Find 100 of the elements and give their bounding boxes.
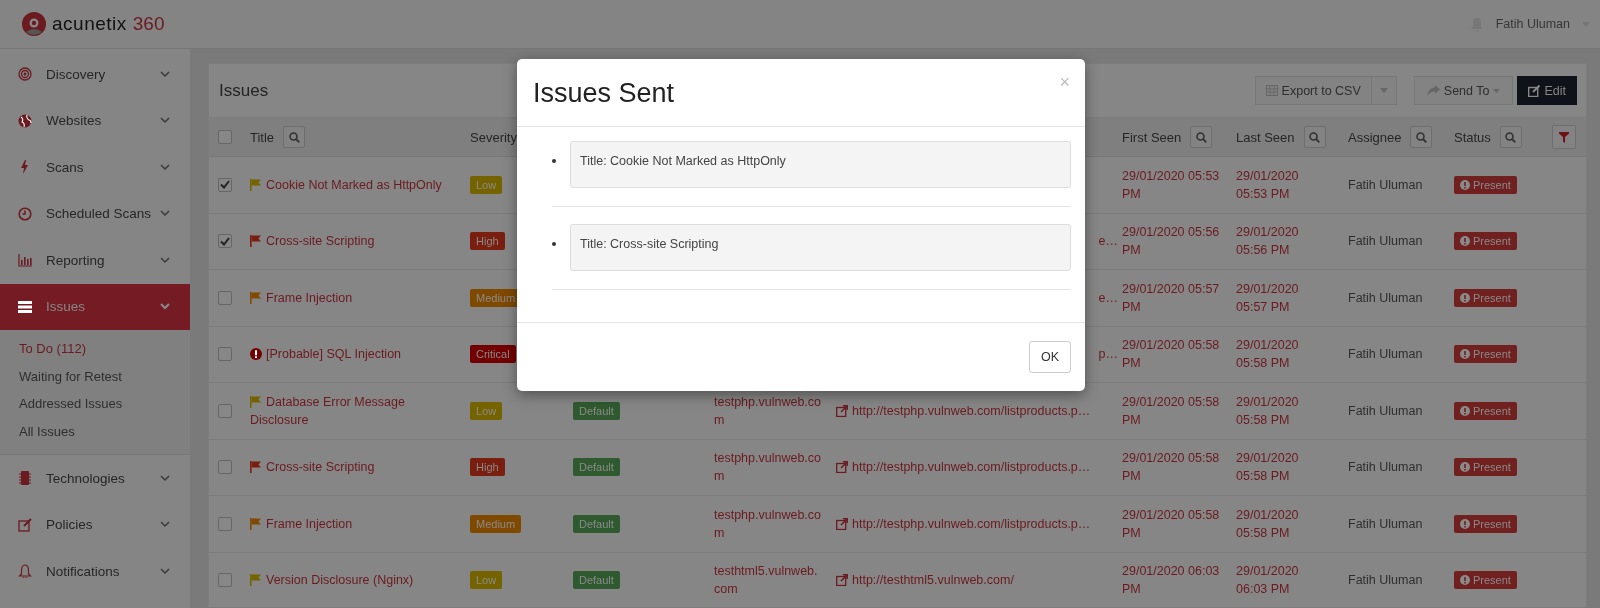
edit-icon — [1528, 84, 1541, 97]
last-seen-date: 29/01/2020 05:58 PM — [1236, 394, 1299, 427]
issue-title-link[interactable]: Database Error Message Disclosure — [250, 392, 470, 429]
website-link[interactable]: testphp.vulnweb.com — [714, 392, 822, 429]
url-link[interactable]: http://testphp.vulnweb.com/listproducts.p… — [852, 403, 1091, 418]
issue-title-link[interactable]: Cross-site Scripting — [250, 458, 470, 477]
column-header: Status — [1454, 129, 1491, 145]
website-link[interactable]: testphp.vulnweb.com — [714, 449, 822, 486]
status-badge: Present — [1454, 345, 1517, 364]
search-button[interactable] — [283, 126, 306, 148]
last-seen-date: 29/01/2020 05:58 PM — [1236, 338, 1299, 371]
export-button[interactable]: Export to CSV — [1254, 76, 1372, 105]
assignee-name: Fatih Uluman — [1348, 290, 1423, 305]
send-to-button[interactable]: Send To — [1413, 76, 1514, 105]
nav-item[interactable]: Notifications — [0, 548, 190, 595]
status-badge: Present — [1454, 458, 1517, 477]
group-badge: Default — [573, 458, 620, 477]
external-link-icon — [836, 461, 848, 474]
severity-badge: Medium — [470, 514, 522, 533]
issue-title-link[interactable]: Frame Injection — [250, 288, 470, 307]
column-header: Title — [250, 129, 275, 145]
submenu-item[interactable]: All Issues — [0, 417, 190, 445]
checkbox[interactable] — [218, 177, 232, 192]
issue-title-link[interactable]: Cross-site Scripting — [250, 232, 470, 251]
search-icon — [1195, 131, 1207, 143]
nav-item[interactable]: Scheduled Scans — [0, 190, 190, 237]
first-seen-date: 29/01/2020 05:58 PM — [1122, 451, 1220, 484]
assignee-name: Fatih Uluman — [1348, 234, 1423, 249]
checkbox[interactable] — [218, 130, 232, 144]
search-button[interactable] — [1499, 126, 1522, 148]
search-icon — [1309, 131, 1321, 143]
checkbox[interactable] — [218, 234, 232, 249]
issue-title-link[interactable]: [Probable] SQL Injection — [250, 345, 470, 364]
filter-icon — [1559, 131, 1569, 143]
last-seen-date: 29/01/2020 05:58 PM — [1236, 507, 1299, 540]
checkbox[interactable] — [218, 573, 232, 588]
nav-item[interactable]: Scans — [0, 144, 190, 191]
modal-title: Issues Sent — [533, 76, 675, 109]
search-button[interactable] — [1410, 126, 1433, 148]
logo-icon — [22, 12, 46, 36]
issue-title-link[interactable]: Version Disclosure (Nginx) — [250, 571, 470, 590]
column-header: Severity — [470, 129, 517, 145]
ok-button[interactable]: OK — [1029, 341, 1071, 373]
checkbox[interactable] — [218, 460, 232, 475]
issue-title-link[interactable]: Cookie Not Marked as HttpOnly — [250, 175, 470, 194]
table-icon — [1265, 85, 1278, 96]
checkbox[interactable] — [218, 347, 232, 362]
assignee-name: Fatih Uluman — [1348, 460, 1423, 475]
checkbox[interactable] — [218, 516, 232, 531]
alert-icon — [1460, 462, 1470, 473]
checkbox[interactable] — [218, 403, 232, 418]
sent-issue-item: Title: Cross-site Scripting — [570, 224, 1071, 271]
submenu-item[interactable]: Waiting for Retest — [0, 362, 190, 390]
edit-button[interactable]: Edit — [1517, 76, 1577, 105]
nav-item[interactable]: Issues — [0, 283, 190, 330]
last-seen-date: 29/01/2020 05:53 PM — [1236, 168, 1299, 201]
alert-icon — [1460, 349, 1470, 360]
first-seen-date: 29/01/2020 05:58 PM — [1122, 394, 1220, 427]
checkbox[interactable] — [218, 290, 232, 305]
severity-badge: High — [470, 232, 505, 251]
nav-item[interactable]: Reporting — [0, 237, 190, 284]
search-button[interactable] — [1303, 126, 1326, 148]
alert-icon — [1460, 179, 1470, 190]
website-link[interactable]: testhtml5.vulnweb.com — [714, 562, 822, 599]
checkmark-icon — [220, 236, 230, 246]
bullet-icon — [552, 242, 556, 246]
nav-item[interactable]: Policies — [0, 501, 190, 548]
dropdown-button[interactable] — [1371, 76, 1397, 105]
submenu-item[interactable]: Addressed Issues — [0, 390, 190, 418]
search-icon — [1505, 131, 1517, 143]
issue-title-link[interactable]: Frame Injection — [250, 514, 470, 533]
last-seen-date: 29/01/2020 05:57 PM — [1236, 281, 1299, 314]
chevron-down-icon — [160, 117, 170, 125]
url-link[interactable]: e… — [1098, 234, 1118, 249]
assignee-name: Fatih Uluman — [1348, 573, 1423, 588]
website-link[interactable]: testphp.vulnweb.com — [714, 505, 822, 542]
nav-item[interactable]: Websites — [0, 97, 190, 144]
url-link[interactable]: http://testphp.vulnweb.com/listproducts.p… — [852, 516, 1091, 531]
user-menu[interactable]: Fatih Uluman — [1495, 17, 1570, 31]
chevron-down-icon — [160, 70, 170, 78]
close-button[interactable]: × — [1059, 73, 1070, 91]
assignee-name: Fatih Uluman — [1348, 516, 1423, 531]
chip-icon — [18, 471, 32, 486]
bullet-icon — [552, 159, 556, 163]
filter-button[interactable] — [1552, 125, 1576, 149]
alert-icon — [1460, 405, 1470, 416]
nav-item[interactable]: Discovery — [0, 51, 190, 98]
chevron-down-icon — [160, 303, 170, 311]
last-seen-date: 29/01/2020 06:03 PM — [1236, 564, 1299, 597]
search-button[interactable] — [1190, 126, 1213, 148]
url-link[interactable]: e… — [1098, 290, 1118, 305]
assignee-name: Fatih Uluman — [1348, 403, 1423, 418]
nav-item[interactable]: Technologies — [0, 455, 190, 502]
url-link[interactable]: p… — [1098, 347, 1118, 362]
url-link[interactable]: http://testhtml5.vulnweb.com/ — [852, 573, 1014, 588]
submenu-item[interactable]: To Do (112) — [0, 335, 190, 363]
severity-badge: High — [470, 458, 505, 477]
last-seen-date: 29/01/2020 05:58 PM — [1236, 451, 1299, 484]
url-link[interactable]: http://testphp.vulnweb.com/listproducts.p… — [852, 460, 1091, 475]
status-badge: Present — [1454, 571, 1517, 590]
